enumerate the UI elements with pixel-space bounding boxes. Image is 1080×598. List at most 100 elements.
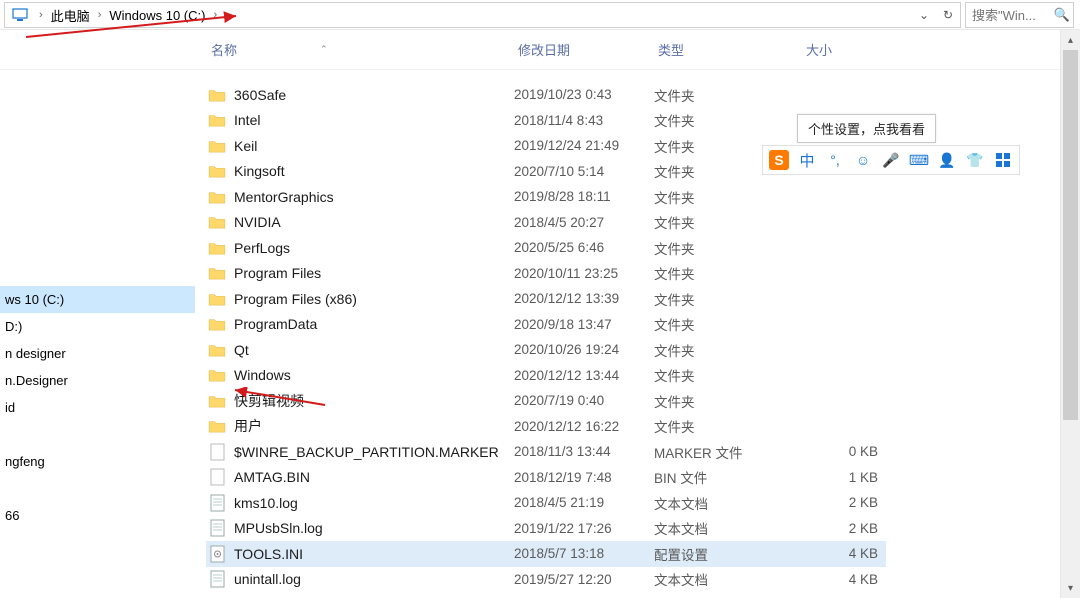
file-date: 2020/10/26 19:24 — [514, 342, 654, 357]
breadcrumb-part[interactable]: 此电脑 — [49, 6, 92, 25]
refresh-icon[interactable]: ↻ — [936, 3, 960, 27]
file-row[interactable]: MPUsbSln.log2019/1/22 17:26文本文档2 KB — [206, 516, 886, 542]
sogou-ime-icon[interactable]: S — [769, 150, 789, 170]
ime-mic-icon[interactable]: 🎤 — [881, 150, 901, 170]
file-name: Program Files (x86) — [234, 291, 514, 307]
file-row[interactable]: 快剪辑视频2020/7/19 0:40文件夹 — [206, 388, 886, 414]
sidebar-item[interactable]: n.Designer — [0, 367, 195, 394]
file-row[interactable]: kms10.log2018/4/5 21:19文本文档2 KB — [206, 490, 886, 516]
ime-language-icon[interactable]: 中 — [797, 150, 817, 170]
sort-ascending-icon: ⌃ — [320, 44, 328, 55]
scroll-up-icon[interactable]: ▴ — [1061, 30, 1080, 50]
file-date: 2020/12/12 16:22 — [514, 419, 654, 434]
file-row[interactable]: PerfLogs2020/5/25 6:46文件夹 — [206, 235, 886, 261]
file-row[interactable]: $WINRE_BACKUP_PARTITION.MARKER2018/11/3 … — [206, 439, 886, 465]
file-name: kms10.log — [234, 495, 514, 511]
file-row[interactable]: TOOLS.INI2018/5/7 13:18配置设置4 KB — [206, 541, 886, 567]
file-type: 文件夹 — [654, 187, 802, 207]
ime-toolbox-icon[interactable] — [993, 150, 1013, 170]
sidebar: ws 10 (C:)D:)n designern.Designerid ngfen… — [0, 70, 195, 529]
file-date: 2018/4/5 21:19 — [514, 495, 654, 510]
file-date: 2019/10/23 0:43 — [514, 87, 654, 102]
sidebar-item[interactable]: 66 — [0, 502, 195, 529]
file-type: 文件夹 — [654, 340, 802, 360]
file-date: 2019/8/28 18:11 — [514, 189, 654, 204]
address-bar[interactable]: › 此电脑 › Windows 10 (C:) › ⌄ ↻ — [4, 2, 961, 28]
file-row[interactable]: Qt2020/10/26 19:24文件夹 — [206, 337, 886, 363]
chevron-right-icon[interactable]: › — [207, 9, 223, 21]
file-row[interactable]: Windows2020/12/12 13:44文件夹 — [206, 363, 886, 389]
file-type: 文件夹 — [654, 416, 802, 436]
pc-icon — [11, 6, 29, 24]
ime-emoji-icon[interactable]: ☺ — [853, 150, 873, 170]
ime-keyboard-icon[interactable]: ⌨ — [909, 150, 929, 170]
file-row[interactable]: ProgramData2020/9/18 13:47文件夹 — [206, 312, 886, 338]
column-type[interactable]: 类型 — [658, 40, 806, 59]
chevron-right-icon[interactable]: › — [33, 9, 49, 21]
file-name: Program Files — [234, 265, 514, 281]
sidebar-item[interactable]: ngfeng — [0, 448, 195, 475]
file-row[interactable]: unintall.log2019/5/27 12:20文本文档4 KB — [206, 567, 886, 593]
file-date: 2018/11/3 13:44 — [514, 444, 654, 459]
file-row[interactable]: AMTAG.BIN2018/12/19 7:48BIN 文件1 KB — [206, 465, 886, 491]
file-row[interactable]: MentorGraphics2019/8/28 18:11文件夹 — [206, 184, 886, 210]
file-name: Windows — [234, 367, 514, 383]
file-name: Kingsoft — [234, 163, 514, 179]
vertical-scrollbar[interactable]: ▴ ▾ — [1060, 30, 1080, 598]
column-name[interactable]: 名称 ⌃ — [211, 40, 518, 59]
file-row[interactable]: 360Safe2019/10/23 0:43文件夹 — [206, 82, 886, 108]
columns-header: 名称 ⌃ 修改日期 类型 大小 — [0, 30, 1080, 70]
file-type: 文件夹 — [654, 314, 802, 334]
ime-toolbar[interactable]: S 中 °, ☺ 🎤 ⌨ 👤 👕 — [762, 145, 1020, 175]
file-name: 快剪辑视频 — [234, 391, 514, 411]
file-date: 2020/7/10 5:14 — [514, 164, 654, 179]
ime-account-icon[interactable]: 👤 — [937, 150, 957, 170]
file-row[interactable]: Intel2018/11/4 8:43文件夹 — [206, 108, 886, 134]
file-type: 文件夹 — [654, 263, 802, 283]
file-date: 2020/12/12 13:39 — [514, 291, 654, 306]
ime-skin-icon[interactable]: 👕 — [965, 150, 985, 170]
file-icon — [206, 442, 228, 462]
file-row[interactable]: Program Files2020/10/11 23:25文件夹 — [206, 261, 886, 287]
file-row[interactable]: 用户2020/12/12 16:22文件夹 — [206, 414, 886, 440]
file-type: 文件夹 — [654, 238, 802, 258]
column-size[interactable]: 大小 — [806, 40, 896, 59]
scroll-down-icon[interactable]: ▾ — [1061, 578, 1080, 598]
file-type: 文件夹 — [654, 85, 802, 105]
file-row[interactable]: Program Files (x86)2020/12/12 13:39文件夹 — [206, 286, 886, 312]
chevron-right-icon[interactable]: › — [92, 9, 108, 21]
file-size: 2 KB — [802, 521, 882, 536]
file-date: 2020/9/18 13:47 — [514, 317, 654, 332]
ime-tooltip[interactable]: 个性设置，点我看看 — [797, 114, 936, 143]
file-icon — [206, 569, 228, 589]
folder-icon — [206, 212, 228, 232]
file-row[interactable]: NVIDIA2018/4/5 20:27文件夹 — [206, 210, 886, 236]
scroll-thumb[interactable] — [1063, 50, 1078, 420]
folder-icon — [206, 110, 228, 130]
search-box[interactable]: 🔍 — [965, 2, 1074, 28]
file-type: 文本文档 — [654, 569, 802, 589]
file-type: 文件夹 — [654, 365, 802, 385]
search-input[interactable] — [966, 8, 1051, 23]
sidebar-item[interactable]: ws 10 (C:) — [0, 286, 195, 313]
column-date[interactable]: 修改日期 — [518, 40, 658, 59]
sidebar-item[interactable]: id — [0, 394, 195, 421]
file-name: 用户 — [234, 416, 514, 436]
breadcrumb-part[interactable]: Windows 10 (C:) — [107, 8, 207, 23]
scroll-track[interactable] — [1061, 50, 1080, 578]
sidebar-item[interactable]: n designer — [0, 340, 195, 367]
folder-icon — [206, 314, 228, 334]
file-size: 4 KB — [802, 546, 882, 561]
file-size: 4 KB — [802, 572, 882, 587]
file-name: MPUsbSln.log — [234, 520, 514, 536]
file-name: AMTAG.BIN — [234, 469, 514, 485]
file-name: unintall.log — [234, 571, 514, 587]
ime-punctuation-icon[interactable]: °, — [825, 150, 845, 170]
file-icon — [206, 493, 228, 513]
sidebar-item[interactable]: D:) — [0, 313, 195, 340]
file-type: 文件夹 — [654, 289, 802, 309]
folder-icon — [206, 391, 228, 411]
dropdown-chevron-icon[interactable]: ⌄ — [912, 3, 936, 27]
search-icon[interactable]: 🔍 — [1051, 7, 1073, 23]
folder-icon — [206, 85, 228, 105]
